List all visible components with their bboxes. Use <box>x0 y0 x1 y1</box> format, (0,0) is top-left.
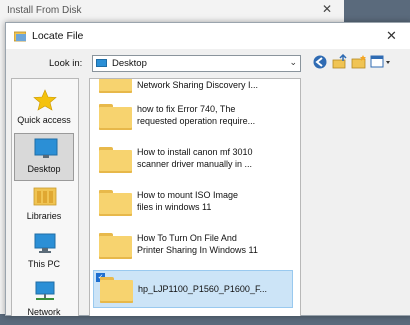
file-name: how to fix Error 740, The requested opera… <box>137 104 256 126</box>
open-folder-icon <box>14 31 26 42</box>
folder-icon <box>100 277 133 303</box>
list-item[interactable]: Network Sharing Discovery I... <box>93 79 293 99</box>
look-in-value: Desktop <box>112 58 147 69</box>
look-in-dropdown[interactable]: Desktop ⌄ <box>92 55 301 72</box>
list-item[interactable]: How to mount ISO Image files in windows 1… <box>93 184 293 222</box>
list-item[interactable]: how to fix Error 740, The requested opera… <box>93 98 293 136</box>
this-pc-icon <box>34 233 56 253</box>
star-icon <box>33 89 57 111</box>
folder-icon <box>99 190 132 216</box>
view-menu-icon[interactable] <box>370 54 392 70</box>
folder-icon <box>99 79 132 93</box>
libraries-icon <box>33 187 57 206</box>
install-from-disk-close-icon[interactable]: ✕ <box>322 2 332 16</box>
back-icon[interactable] <box>312 54 328 70</box>
network-icon <box>35 281 55 300</box>
close-icon[interactable]: ✕ <box>386 28 397 44</box>
place-quick-access[interactable]: Quick access <box>14 85 74 133</box>
place-label: Libraries <box>26 211 62 221</box>
folder-icon <box>99 104 132 130</box>
new-folder-icon[interactable] <box>351 54 367 70</box>
list-item[interactable]: How To Turn On File And Printer Sharing I… <box>93 227 293 265</box>
file-list[interactable]: Network Sharing Discovery I... how to fi… <box>89 78 301 316</box>
file-name: Network Sharing Discovery I... <box>137 80 259 90</box>
dialog-titlebar: Locate File ✕ <box>6 23 410 49</box>
places-bar: Quick access Desktop Libraries This PC N… <box>11 78 79 317</box>
file-name: How to install canon mf 3010 scanner driv… <box>137 147 253 169</box>
place-desktop[interactable]: Desktop <box>14 133 74 181</box>
up-folder-icon[interactable] <box>332 54 348 70</box>
place-label: Quick access <box>17 115 71 125</box>
list-item-selected[interactable]: ✓ hp_LJP1100_P1560_P1600_F... <box>93 270 293 308</box>
place-libraries[interactable]: Libraries <box>14 181 74 229</box>
file-name: hp_LJP1100_P1560_P1600_F... <box>138 284 267 294</box>
dialog-title: Locate File <box>32 30 84 42</box>
chevron-down-icon: ⌄ <box>289 57 297 67</box>
install-from-disk-title: Install From Disk <box>7 5 82 16</box>
place-label: Desktop <box>27 164 61 174</box>
file-name: How To Turn On File And Printer Sharing I… <box>137 233 258 255</box>
file-name: How to mount ISO Image files in windows 1… <box>137 190 239 212</box>
install-from-disk-titlebar: Install From Disk ✕ <box>0 0 344 23</box>
folder-icon <box>99 147 132 173</box>
place-label: This PC <box>27 259 60 269</box>
desktop-icon <box>34 138 58 158</box>
look-in-label: Look in: <box>49 58 83 69</box>
place-label: Network <box>27 307 61 317</box>
folder-icon <box>99 233 132 259</box>
place-this-pc[interactable]: This PC <box>14 229 74 277</box>
list-item[interactable]: How to install canon mf 3010 scanner driv… <box>93 141 293 179</box>
desktop-folder-icon <box>96 59 107 67</box>
place-network[interactable]: Network <box>14 277 74 325</box>
file-list-empty-area <box>303 78 410 315</box>
locate-file-dialog: Locate File ✕ Look in: Desktop ⌄ Quick a… <box>5 22 410 317</box>
